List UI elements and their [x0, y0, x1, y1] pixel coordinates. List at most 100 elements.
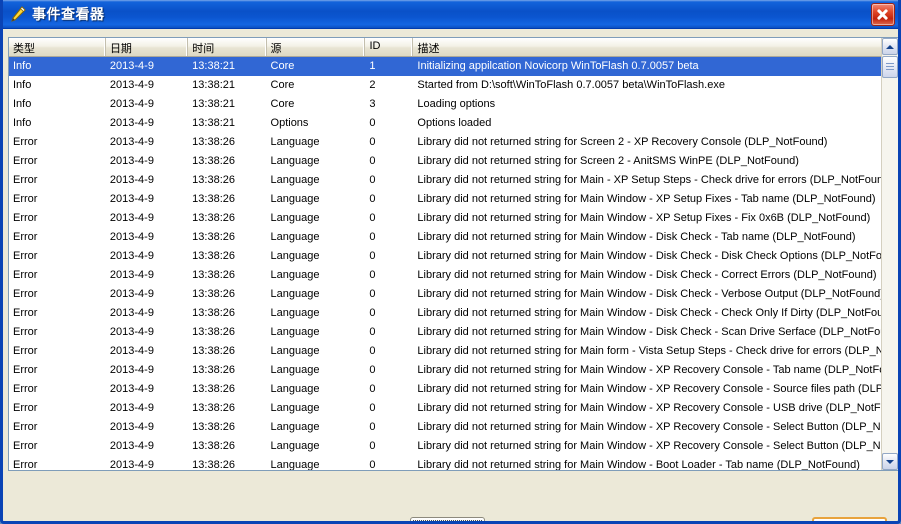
table-row[interactable]: Error 2013-4-9 13:38:26 Language 0 Library di…: [9, 304, 883, 323]
cell-source: Language: [270, 383, 320, 395]
cell-description: Library did not returned string for Main…: [417, 345, 883, 357]
cell-type: Error: [13, 269, 38, 281]
cell-id: 0: [369, 174, 376, 186]
table-row[interactable]: Error 2013-4-9 13:38:26 Language 0 Library di…: [9, 209, 883, 228]
table-row[interactable]: Error 2013-4-9 13:38:26 Language 0 Library di…: [9, 285, 883, 304]
export-button[interactable]: 导出...: [812, 517, 887, 521]
cell-description: Library did not returned string for Main…: [417, 288, 883, 300]
cell-time: 13:38:26: [192, 136, 235, 148]
column-header-date[interactable]: 日期: [106, 38, 189, 56]
cell-description: Loading options: [417, 98, 496, 110]
table-row[interactable]: Error 2013-4-9 13:38:26 Language 0 Library di…: [9, 342, 883, 361]
table-row[interactable]: Error 2013-4-9 13:38:26 Language 0 Library di…: [9, 399, 883, 418]
cell-source: Language: [270, 288, 320, 300]
cell-id: 0: [369, 193, 376, 205]
ok-button[interactable]: 确定: [410, 517, 485, 521]
table-row[interactable]: Error 2013-4-9 13:38:26 Language 0 Library di…: [9, 190, 883, 209]
cell-description: Library did not returned string for Main…: [417, 402, 883, 414]
cell-type: Error: [13, 440, 38, 452]
table-row[interactable]: Error 2013-4-9 13:38:26 Language 0 Library di…: [9, 418, 883, 437]
cell-id: 0: [369, 136, 376, 148]
cell-description: Library did not returned string for Main…: [417, 212, 871, 224]
vertical-scrollbar[interactable]: [881, 38, 898, 470]
cell-date: 2013-4-9: [109, 421, 154, 433]
cell-id: 0: [369, 421, 376, 433]
cell-description: Library did not returned string for Scre…: [417, 155, 799, 167]
cell-date: 2013-4-9: [109, 326, 154, 338]
cell-date: 2013-4-9: [109, 364, 154, 376]
scroll-down-arrow-icon: [886, 459, 894, 464]
close-button[interactable]: [871, 3, 895, 26]
table-row[interactable]: Info 2013-4-9 13:38:21 Core 3 Loading options: [9, 95, 883, 114]
table-row[interactable]: Error 2013-4-9 13:38:26 Language 0 Library di…: [9, 247, 883, 266]
table-row[interactable]: Info 2013-4-9 13:38:21 Core 1 Initializing ap…: [9, 57, 883, 76]
column-header-time[interactable]: 时间: [188, 38, 267, 56]
cell-id: 0: [369, 117, 376, 129]
table-row[interactable]: Info 2013-4-9 13:38:21 Options 0 Options load…: [9, 114, 883, 133]
cell-date: 2013-4-9: [109, 402, 154, 414]
column-header-type[interactable]: 类型: [9, 38, 106, 56]
cell-type: Info: [13, 79, 32, 91]
list-rows: Info 2013-4-9 13:38:21 Core 1 Initializing ap…: [9, 57, 883, 470]
table-row[interactable]: Info 2013-4-9 13:38:21 Core 2 Started from D:…: [9, 76, 883, 95]
title-bar[interactable]: 事件查看器: [3, 0, 898, 29]
cell-date: 2013-4-9: [109, 345, 154, 357]
cell-type: Error: [13, 174, 38, 186]
cell-description: Library did not returned string for Main…: [417, 250, 883, 262]
cell-type: Error: [13, 155, 38, 167]
cell-date: 2013-4-9: [109, 174, 154, 186]
column-header-description[interactable]: 描述: [413, 38, 883, 56]
scrollbar-track[interactable]: [882, 55, 898, 453]
cell-time: 13:38:21: [192, 117, 235, 129]
event-viewer-window: 事件查看器 类型 日期 时间源 ID 描述 Info 2013-4-9 13:38:21 Co…: [0, 0, 901, 524]
cell-source: Language: [270, 402, 320, 414]
cell-source: Core: [270, 60, 295, 72]
event-list[interactable]: 类型 日期 时间源 ID 描述 Info 2013-4-9 13:38:21 Core 1 Ini…: [8, 37, 898, 471]
table-row[interactable]: Error 2013-4-9 13:38:26 Language 0 Library di…: [9, 323, 883, 342]
column-header-source[interactable]: 源: [267, 38, 366, 56]
cell-type: Info: [13, 117, 32, 129]
table-row[interactable]: Error 2013-4-9 13:38:26 Language 0 Library di…: [9, 380, 883, 399]
cell-type: Info: [13, 98, 32, 110]
cell-source: Language: [270, 440, 320, 452]
cell-id: 0: [369, 364, 376, 376]
cell-time: 13:38:26: [192, 250, 235, 262]
cell-time: 13:38:21: [192, 98, 235, 110]
scroll-up-button[interactable]: [882, 38, 898, 55]
table-row[interactable]: Error 2013-4-9 13:38:26 Language 0 Library di…: [9, 266, 883, 285]
table-row[interactable]: Error 2013-4-9 13:38:26 Language 0 Library di…: [9, 133, 883, 152]
cell-date: 2013-4-9: [109, 269, 154, 281]
cell-source: Language: [270, 250, 320, 262]
table-row[interactable]: Error 2013-4-9 13:38:26 Language 0 Library di…: [9, 456, 883, 470]
cell-date: 2013-4-9: [109, 459, 154, 470]
table-row[interactable]: Error 2013-4-9 13:38:26 Language 0 Library di…: [9, 152, 883, 171]
cell-date: 2013-4-9: [109, 307, 154, 319]
cell-time: 13:38:26: [192, 383, 235, 395]
table-row[interactable]: Error 2013-4-9 13:38:26 Language 0 Library di…: [9, 361, 883, 380]
cell-description: Library did not returned string for Main…: [417, 231, 856, 243]
cell-time: 13:38:26: [192, 345, 235, 357]
cell-time: 13:38:26: [192, 231, 235, 243]
cell-id: 0: [369, 440, 376, 452]
cell-type: Info: [13, 60, 32, 72]
cell-description: Options loaded: [417, 117, 492, 129]
cell-id: 3: [369, 98, 376, 110]
column-header-id[interactable]: ID: [365, 38, 414, 56]
cell-id: 0: [369, 155, 376, 167]
scrollbar-thumb[interactable]: [882, 56, 898, 78]
cell-id: 0: [369, 231, 376, 243]
cell-time: 13:38:26: [192, 307, 235, 319]
cell-date: 2013-4-9: [109, 212, 154, 224]
cell-time: 13:38:26: [192, 288, 235, 300]
cell-type: Error: [13, 193, 38, 205]
table-row[interactable]: Error 2013-4-9 13:38:26 Language 0 Library di…: [9, 228, 883, 247]
cell-time: 13:38:26: [192, 326, 235, 338]
scroll-down-button[interactable]: [882, 453, 898, 470]
cell-date: 2013-4-9: [109, 60, 154, 72]
table-row[interactable]: Error 2013-4-9 13:38:26 Language 0 Library di…: [9, 171, 883, 190]
cell-description: Library did not returned string for Main…: [417, 326, 883, 338]
cell-source: Language: [270, 136, 320, 148]
cell-type: Error: [13, 250, 38, 262]
table-row[interactable]: Error 2013-4-9 13:38:26 Language 0 Library di…: [9, 437, 883, 456]
cell-time: 13:38:21: [192, 79, 235, 91]
